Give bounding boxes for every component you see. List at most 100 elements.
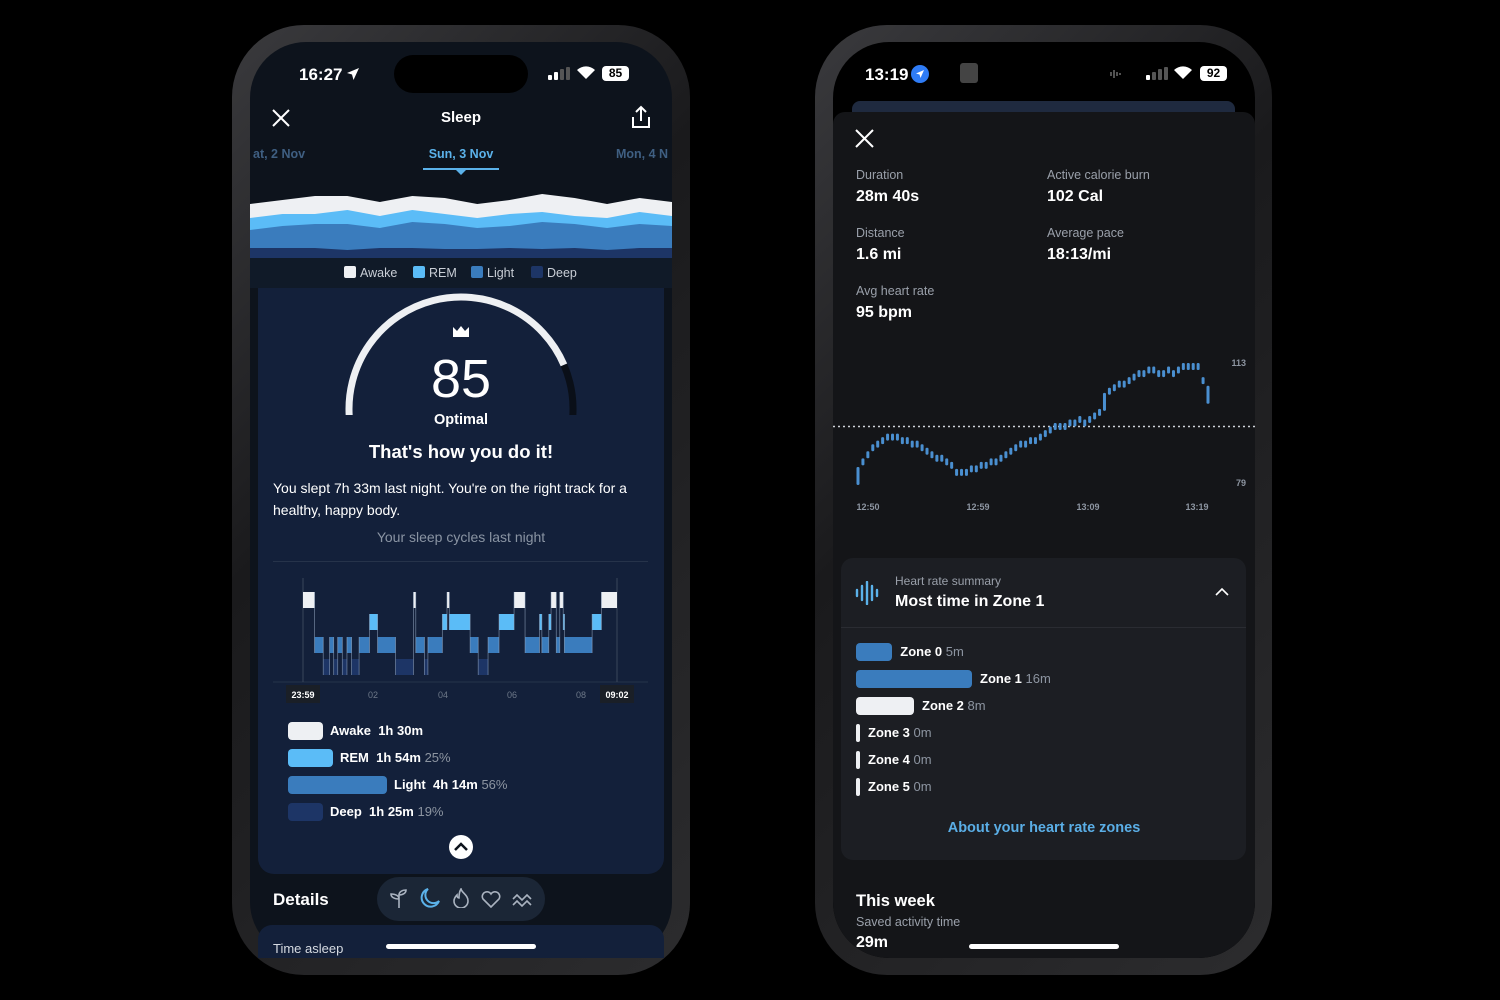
battery-indicator: 85 [602,66,629,81]
time-asleep-label: Time asleep [273,941,344,956]
close-icon[interactable] [271,108,291,128]
heart-rate-bar [930,451,934,459]
crown-icon [453,326,469,337]
stage-percent: 56% [481,777,508,792]
x-axis-label: 13:09 [1076,502,1099,512]
heart-rate-bar [886,433,890,441]
hypnogram-segment-light [564,637,593,653]
stage-summary-label: Deep 1h 25m 19% [330,803,444,821]
date-tab-next[interactable]: Mon, 4 N [616,148,668,161]
hypnogram-segment-light [415,637,425,653]
stage-percent: 25% [424,750,451,765]
zone-bar [856,697,914,715]
hypnogram-segment-deep [323,659,330,675]
zone-time: 0m [913,725,932,740]
heart-rate-bar [1088,415,1092,423]
heart-rate-bar [910,440,914,448]
heart-rate-bar [1176,366,1180,374]
hypnogram-tick-label: 02 [368,690,378,700]
sleep-score-label: Optimal [434,412,488,428]
legend-label: REM [429,266,457,280]
heart-rate-bar [1206,385,1210,404]
zone-label: Zone 1 16m [980,670,1051,688]
waves-icon[interactable] [512,891,532,907]
moon-icon[interactable] [419,887,441,909]
zone-name: Zone 4 [868,752,910,767]
heart-rate-bar [1107,387,1111,395]
sleep-hypnogram[interactable]: 23:59 09:02 02 04 06 08 [260,570,660,710]
hypnogram-tick-label: 04 [438,690,448,700]
share-icon[interactable] [630,105,652,129]
sleep-headline: That's how you do it! [368,441,554,462]
heart-rate-bar [1157,370,1161,378]
stage-summary-label: REM 1h 54m 25% [340,749,451,767]
heart-rate-bar [1029,437,1033,445]
close-icon[interactable] [855,129,874,148]
heart-rate-bar [1201,377,1205,385]
wifi-icon [577,66,595,79]
stat-value: 95 bpm [856,304,913,321]
stage-summary-label: Light 4h 14m 56% [394,776,507,794]
x-axis-label: 12:59 [966,502,989,512]
sprout-icon[interactable] [389,889,409,909]
heart-rate-bar [960,468,964,476]
heart-rate-bar [1162,370,1166,378]
stat-label: Avg heart rate [856,284,935,298]
hypnogram-segment-deep [478,659,489,675]
zone-time: 5m [945,644,964,659]
heart-rate-bar [856,466,860,485]
heart-rate-bar [989,458,993,466]
hypnogram-segment-light [470,637,479,653]
heart-rate-chart[interactable]: 113 79 12:50 12:59 13:09 13:19 [833,350,1255,520]
heart-rate-bar [994,458,998,466]
zone-name: Zone 1 [980,671,1022,686]
date-tab-prev[interactable]: at, 2 Nov [253,148,305,161]
flame-icon[interactable] [452,888,470,908]
zone-label: Zone 2 8m [922,697,986,715]
about-heart-rate-zones-link[interactable]: About your heart rate zones [948,821,1141,836]
heart-rate-bar [1024,440,1028,448]
heart-rate-bar [1181,363,1185,371]
heart-icon[interactable] [481,890,501,908]
dynamic-island [950,55,1130,93]
weekly-sleep-stage-chart[interactable] [250,190,672,258]
legend-swatch [344,266,356,278]
hypnogram-segment-awake [514,592,526,608]
heart-rate-bar [1004,451,1008,459]
heart-rate-bar [1078,415,1082,423]
divider [841,627,1246,628]
heart-rate-bar [1137,370,1141,378]
stat-value: 28m 40s [856,188,920,205]
hypnogram-segment-light [377,637,396,653]
this-week-title: This week [856,892,935,910]
home-indicator [386,944,536,949]
stage-name: Awake [330,723,371,738]
stat-value: 102 Cal [1047,188,1104,205]
hypnogram-segment-light [525,637,540,653]
hypnogram-segment-deep [342,659,347,675]
stage-percent: 19% [417,804,444,819]
zone-bar [856,724,860,742]
zone-label: Zone 4 0m [868,751,932,769]
heart-rate-bar [876,440,880,448]
zone-label: Zone 0 5m [900,643,964,661]
x-axis-label: 12:50 [856,502,879,512]
collapse-button[interactable] [449,835,473,859]
heart-rate-bar [1033,437,1037,445]
date-tabs: at, 2 Nov Sun, 3 Nov Mon, 4 N [250,140,672,170]
hypnogram-segment-light [556,637,560,653]
zone-name: Zone 3 [868,725,910,740]
heart-rate-bar [900,437,904,445]
stage-name: Deep [330,804,362,819]
date-tab-selected[interactable]: Sun, 3 Nov [429,148,494,161]
sleep-score-value: 85 [430,349,492,409]
heart-rate-bar [979,461,983,469]
legend-swatch [531,266,543,278]
divider [273,561,648,562]
signal-icon [1146,67,1168,80]
chevron-up-icon[interactable] [1215,587,1229,597]
location-arrow-icon [911,65,929,83]
heart-rate-bar [1167,366,1171,374]
legend-rem: REM [413,266,457,280]
hypnogram-segment-rem [369,614,378,630]
